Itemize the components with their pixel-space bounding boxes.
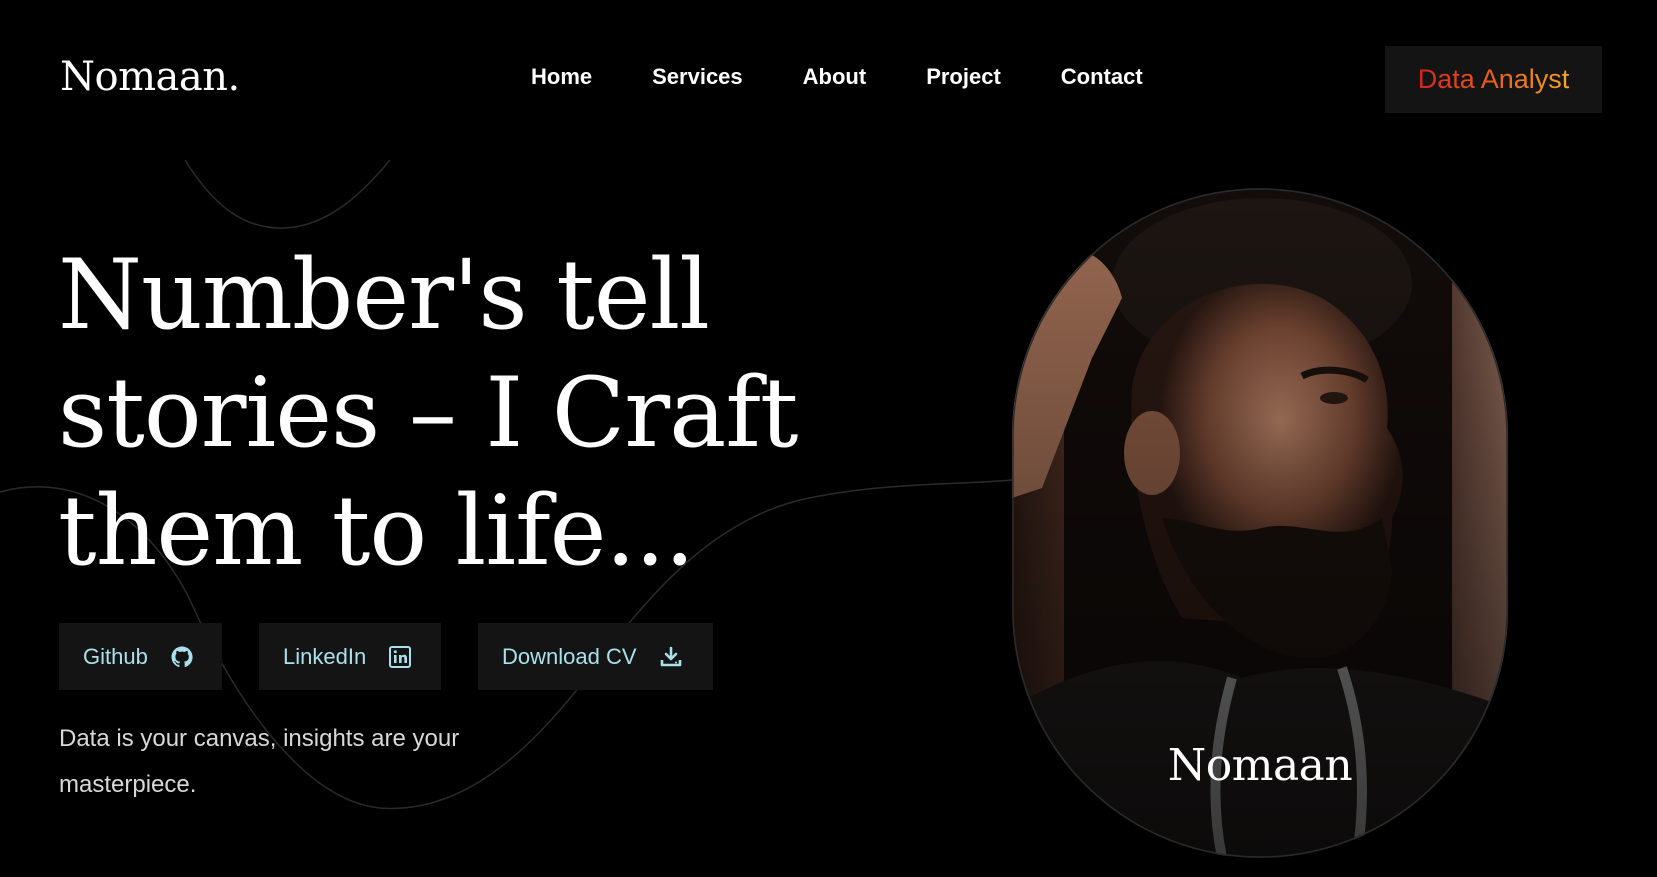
hero-tagline: Data is your canvas, insights are your m… bbox=[59, 725, 460, 798]
headline-line-2: stories – I Craft bbox=[58, 357, 798, 469]
download-icon bbox=[659, 645, 683, 669]
portrait-outline bbox=[1012, 188, 1508, 858]
role-badge: Data Analyst bbox=[1385, 46, 1602, 113]
hero-buttons: Github LinkedIn Download CV bbox=[59, 623, 713, 690]
download-cv-button[interactable]: Download CV bbox=[478, 623, 713, 690]
page: Nomaan. Home Services About Project Cont… bbox=[0, 0, 1657, 877]
role-badge-text: Data Analyst bbox=[1417, 64, 1570, 94]
linkedin-button-label: LinkedIn bbox=[283, 643, 367, 669]
headline-line-3: them to life... bbox=[58, 475, 695, 587]
nav-about[interactable]: About bbox=[803, 64, 867, 90]
github-button-label: Github bbox=[83, 643, 148, 669]
nav-home[interactable]: Home bbox=[531, 64, 592, 90]
linkedin-icon bbox=[388, 645, 412, 669]
site-logo[interactable]: Nomaan. bbox=[60, 54, 240, 100]
download-cv-button-label: Download CV bbox=[502, 643, 637, 669]
nav-project[interactable]: Project bbox=[926, 64, 1001, 90]
main-nav: Home Services About Project Contact bbox=[531, 64, 1143, 90]
hero-headline: Number's tell stories – I Craft them to … bbox=[58, 236, 878, 590]
nav-services[interactable]: Services bbox=[652, 64, 743, 90]
github-icon bbox=[170, 645, 194, 669]
headline-line-1: Number's tell bbox=[58, 239, 710, 351]
github-button[interactable]: Github bbox=[59, 623, 222, 690]
nav-contact[interactable]: Contact bbox=[1061, 64, 1143, 90]
linkedin-button[interactable]: LinkedIn bbox=[259, 623, 441, 690]
portrait-card: Nomaan bbox=[1012, 188, 1508, 858]
